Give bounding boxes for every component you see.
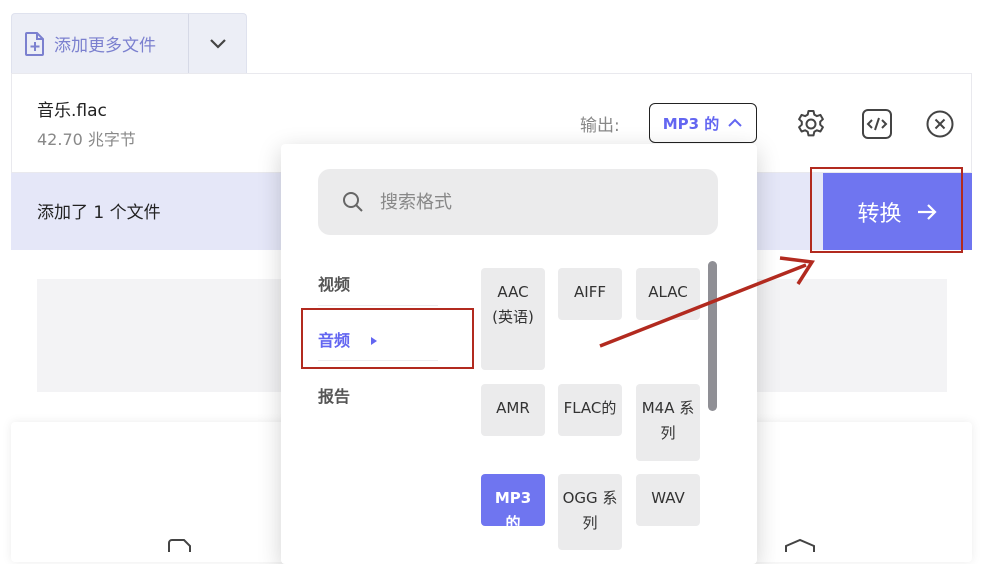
output-label: 输出: (580, 116, 620, 136)
divider (318, 305, 438, 306)
chevron-down-icon (210, 38, 226, 49)
add-more-files-label: 添加更多文件 (54, 36, 156, 56)
files-added-status: 添加了 1 个文件 (37, 203, 161, 223)
format-option-ogg[interactable]: OGG 系列 (558, 474, 622, 550)
format-option-aac[interactable]: AAC (英语) (481, 268, 545, 370)
format-option-flac[interactable]: FLAC的 (558, 384, 622, 436)
gear-icon (798, 110, 824, 137)
add-source-dropdown-button[interactable] (189, 14, 247, 73)
format-search-input[interactable] (378, 190, 702, 214)
close-circle-icon (926, 110, 954, 138)
format-option-aiff[interactable]: AIFF (558, 268, 622, 320)
format-list-scrollbar[interactable] (708, 261, 717, 411)
category-video[interactable]: 视频 (318, 271, 350, 295)
convert-highlight-box (810, 167, 963, 253)
format-option-amr[interactable]: AMR (481, 384, 545, 436)
format-option-wav[interactable]: WAV (636, 474, 700, 526)
audio-category-highlight-box (301, 308, 474, 369)
code-icon (862, 109, 892, 139)
file-size: 42.70 兆字节 (37, 130, 136, 149)
remove-file-button[interactable] (923, 107, 957, 141)
embed-code-button[interactable] (860, 107, 894, 141)
category-report[interactable]: 报告 (318, 383, 350, 407)
file-name: 音乐.flac (37, 101, 107, 121)
format-option-alac[interactable]: ALAC (636, 268, 700, 320)
add-files-control: 添加更多文件 (11, 13, 247, 73)
search-icon (343, 192, 363, 212)
chevron-up-icon (728, 118, 743, 127)
format-option-m4a[interactable]: M4A 系列 (636, 384, 700, 461)
settings-button[interactable] (794, 107, 828, 141)
format-option-mp3[interactable]: MP3 的 (481, 474, 545, 532)
output-format-value: MP3 的 (662, 114, 720, 133)
format-search[interactable] (318, 169, 718, 235)
output-format-select[interactable]: MP3 的 (649, 103, 757, 143)
add-more-files-button[interactable]: 添加更多文件 (12, 14, 188, 73)
add-file-icon (25, 31, 44, 56)
